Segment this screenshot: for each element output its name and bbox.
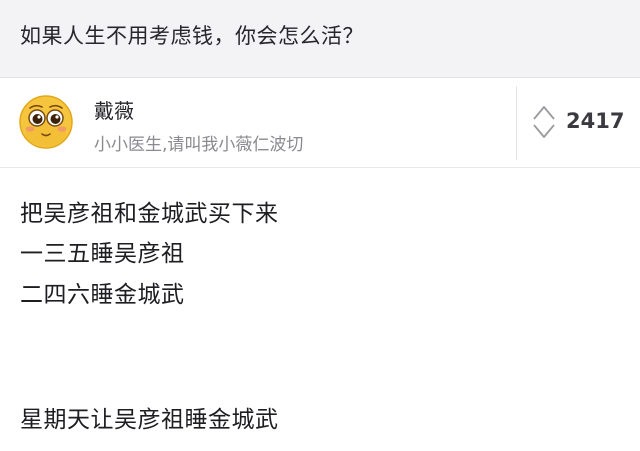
answer-page: 如果人生不用考虑钱，你会怎么活？ 戴薇 小小医生,请叫我小薇仁波切 2417 把… bbox=[0, 0, 640, 451]
vote-divider bbox=[516, 86, 517, 160]
smiley-face-icon bbox=[19, 95, 73, 149]
up-down-arrows-icon bbox=[533, 106, 555, 138]
question-header[interactable]: 如果人生不用考虑钱，你会怎么活？ bbox=[0, 0, 640, 78]
author-bio: 小小医生,请叫我小薇仁波切 bbox=[94, 135, 304, 155]
author-name[interactable]: 戴薇 bbox=[94, 95, 134, 124]
answer-line: 星期天让吴彦祖睡金城武 bbox=[20, 407, 279, 433]
answer-line: 二四六睡金城武 bbox=[20, 282, 185, 308]
answer-body: 把吴彦祖和金城武买下来 一三五睡吴彦祖 二四六睡金城武 星期天让吴彦祖睡金城武 bbox=[0, 168, 640, 451]
answer-line: 把吴彦祖和金城武买下来 bbox=[20, 201, 279, 227]
avatar[interactable] bbox=[18, 94, 74, 150]
answer-line: 一三五睡吴彦祖 bbox=[20, 241, 185, 267]
question-title[interactable]: 如果人生不用考虑钱，你会怎么活？ bbox=[20, 20, 364, 50]
vote-button[interactable]: 2417 bbox=[530, 102, 634, 142]
author-bar: 戴薇 小小医生,请叫我小薇仁波切 2417 bbox=[0, 78, 640, 168]
vote-count: 2417 bbox=[566, 109, 625, 133]
